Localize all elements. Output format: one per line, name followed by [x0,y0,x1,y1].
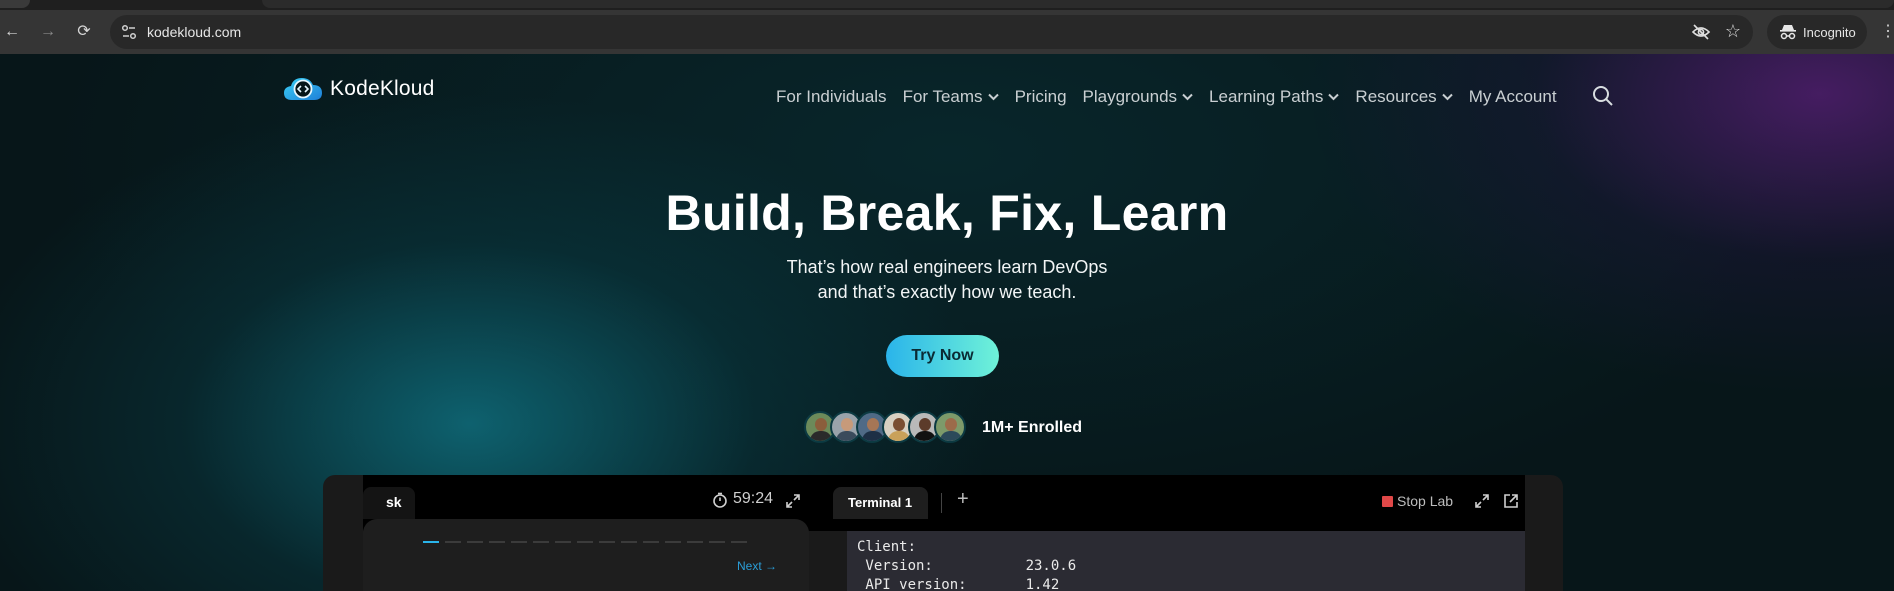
terminal-output[interactable]: Client: Version: 23.0.6 API version: 1.4… [847,531,1525,591]
terminal-tab[interactable]: Terminal 1 [833,487,928,519]
brand-name: KodeKloud [330,77,435,100]
terminal-tab-label: Terminal 1 [848,495,913,510]
nav-pricing[interactable]: Pricing [1015,87,1067,107]
lab-timer: 59:24 [733,490,774,507]
progress-step [687,541,703,543]
timer-icon [713,492,727,508]
progress-step [709,541,725,543]
avatar [934,411,966,443]
terminal-text: Client: Version: 23.0.6 API version: 1.4… [857,539,1077,591]
nav-label: For Teams [902,87,983,106]
chevron-down-icon [1328,93,1340,101]
browser-tab-strip-bar [262,0,1894,8]
task-panel: Next → [363,519,809,591]
url-text[interactable]: kodekloud.com [147,24,241,40]
nav-learning-paths[interactable]: Learning Paths [1209,87,1340,107]
expand-icon[interactable] [786,494,800,508]
nav-label: Pricing [1014,87,1067,106]
progress-step [489,541,505,543]
progress-step [467,541,483,543]
nav-for-individuals[interactable]: For Individuals [776,87,887,107]
try-now-button[interactable]: Try Now [886,335,999,377]
enrolled-count: 1M+ Enrolled [982,419,1083,436]
add-terminal-button[interactable]: + [957,487,969,511]
browser-tab-strip [0,0,1894,10]
progress-step [599,541,615,543]
search-icon[interactable] [1592,85,1614,107]
hero-title: Build, Break, Fix, Learn [665,185,1229,241]
task-progress [423,541,753,543]
main-nav: For Individuals For Teams Pricing Playgr… [776,86,1573,108]
kodekloud-logo[interactable]: KodeKloud [282,74,435,104]
progress-step [423,541,439,543]
nav-label: My Account [1468,87,1557,106]
progress-step [665,541,681,543]
stop-icon[interactable] [1382,496,1393,507]
progress-step [577,541,593,543]
hero-subtitle-line-2: and that’s exactly how we teach. [817,282,1077,302]
progress-step [511,541,527,543]
incognito-label: Incognito [1803,25,1856,40]
lab-preview: sk 59:24 Next → Terminal 1 + Stop Lab Cl… [323,475,1563,591]
address-bar[interactable]: kodekloud.com ☆ [110,15,1753,49]
stop-lab-button[interactable]: Stop Lab [1397,493,1453,509]
progress-step [731,541,747,543]
nav-label: Resources [1355,87,1437,106]
chevron-down-icon [987,93,999,101]
chevron-down-icon [1441,93,1453,101]
star-icon[interactable]: ☆ [1725,21,1741,41]
back-icon[interactable]: ← [2,22,22,42]
progress-step [555,541,571,543]
tab-divider [941,493,942,513]
expand-icon[interactable] [1475,494,1489,508]
reload-icon[interactable]: ⟳ [74,22,94,42]
kebab-menu-icon[interactable]: ⋮ [1880,22,1894,42]
cloud-code-icon [284,78,322,100]
progress-step [445,541,461,543]
open-external-icon[interactable] [1503,493,1519,509]
nav-resources[interactable]: Resources [1355,87,1453,107]
chevron-down-icon [1182,93,1193,101]
nav-label: Learning Paths [1209,87,1324,106]
nav-playgrounds[interactable]: Playgrounds [1083,87,1194,107]
next-link[interactable]: Next → [737,559,777,573]
browser-toolbar: ← → ⟳ kodekloud.com ☆ Incognito ⋮ [0,10,1894,54]
progress-step [621,541,637,543]
hero-subtitle: That’s how real engineers learn DevOps a… [0,255,1894,305]
incognito-badge[interactable]: Incognito [1767,15,1867,49]
task-tab-label: sk [386,494,402,510]
learner-avatars [804,411,966,443]
site-info-icon[interactable] [120,23,138,41]
nav-my-account[interactable]: My Account [1469,87,1557,107]
page-content: KodeKloud For Individuals For Teams Pric… [0,54,1894,591]
incognito-icon [1780,25,1796,40]
eye-off-icon[interactable] [1691,23,1711,41]
progress-step [533,541,549,543]
nav-label: For Individuals [776,87,887,106]
forward-icon[interactable]: → [38,22,58,42]
progress-step [643,541,659,543]
hero-subtitle-line-1: That’s how real engineers learn DevOps [786,257,1108,277]
task-tab[interactable]: sk [363,487,415,519]
browser-tab[interactable] [0,0,30,8]
nav-label: Playgrounds [1082,87,1178,106]
nav-for-teams[interactable]: For Teams [903,87,999,107]
